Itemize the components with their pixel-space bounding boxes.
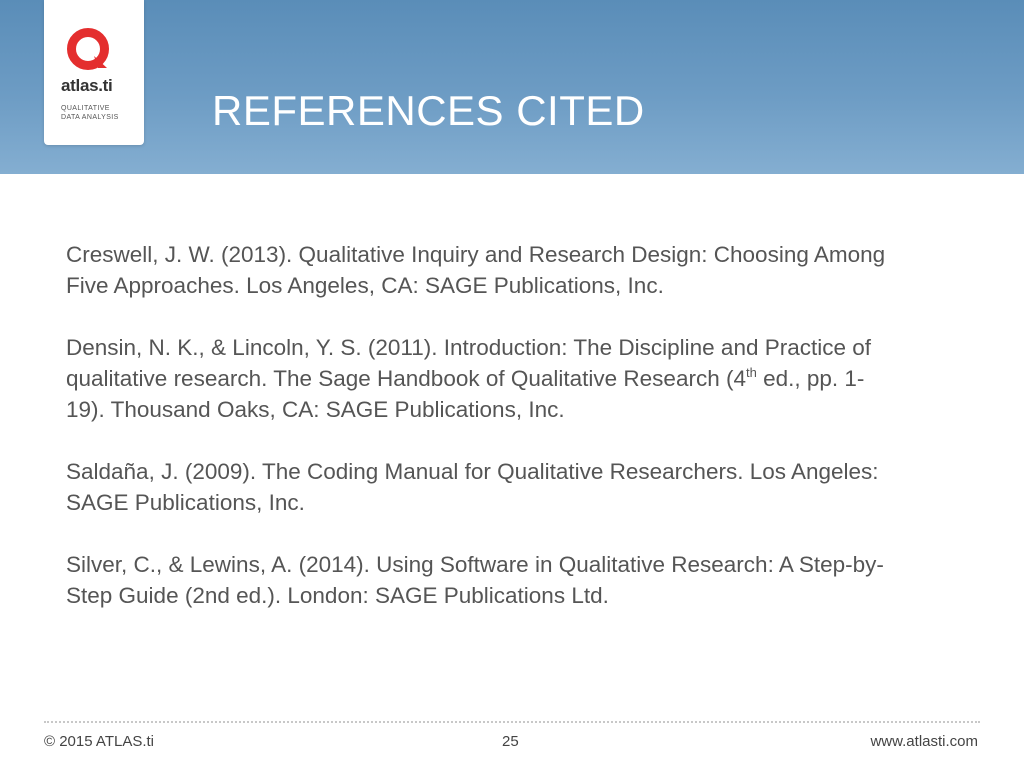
page-title: REFERENCES CITED xyxy=(212,87,645,134)
reference-saldana: Saldaña, J. (2009). The Coding Manual fo… xyxy=(66,459,879,515)
reference-densin-superscript: th xyxy=(745,364,757,380)
logo-tagline: QUALITATIVE DATA ANALYSIS xyxy=(61,105,119,121)
reference-densin-part1: Densin, N. K., & Lincoln, Y. S. (2011). … xyxy=(66,335,872,391)
logo-card: atlas.ti QUALITATIVE DATA ANALYSIS xyxy=(44,0,144,145)
references-list: Creswell, J. W. (2013). Qualitative Inqu… xyxy=(66,239,896,611)
page-number: 25 xyxy=(502,733,519,750)
atlasti-logo-icon xyxy=(67,28,109,70)
logo-wordmark: atlas.ti xyxy=(61,76,113,95)
slide-header: atlas.ti QUALITATIVE DATA ANALYSIS REFER… xyxy=(0,0,1024,174)
footer-copyright: © 2015 ATLAS.ti xyxy=(44,733,155,750)
reference-creswell: Creswell, J. W. (2013). Qualitative Inqu… xyxy=(66,242,886,298)
reference-silver: Silver, C., & Lewins, A. (2014). Using S… xyxy=(66,552,884,608)
reference-densin: Densin, N. K., & Lincoln, Y. S. (2011). … xyxy=(66,332,896,425)
footer-website-link[interactable]: www.atlasti.com xyxy=(870,733,978,750)
footer-divider xyxy=(44,721,980,723)
